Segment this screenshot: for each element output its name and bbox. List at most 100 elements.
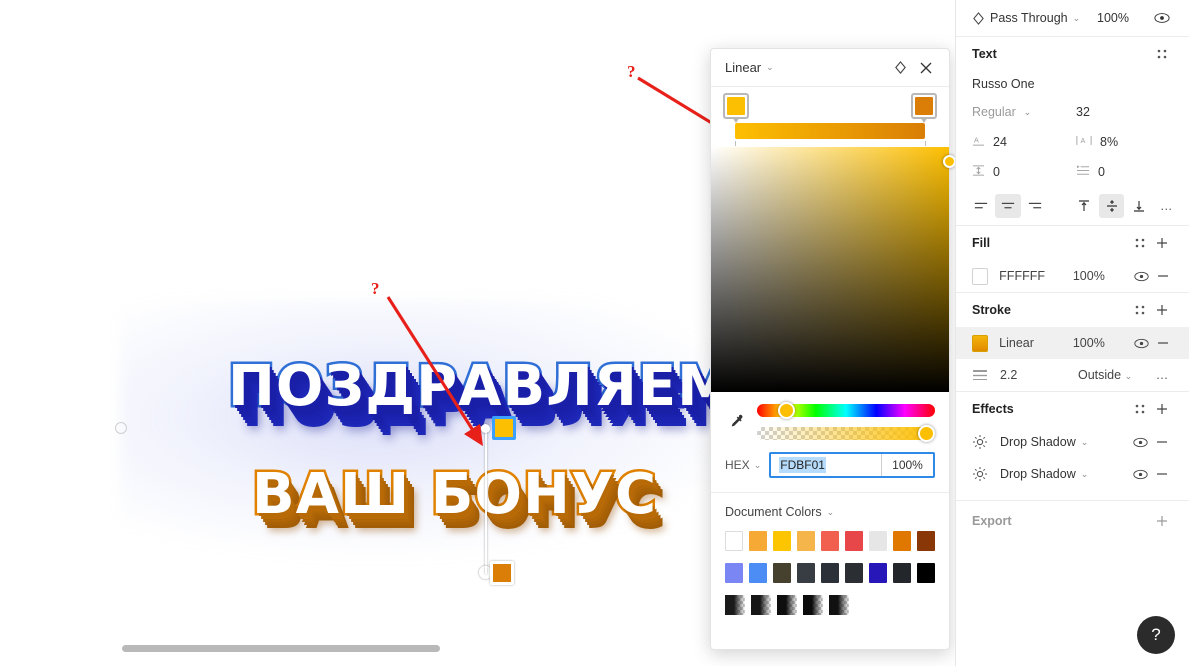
chevron-down-icon[interactable]: ⌄ (1081, 469, 1089, 480)
document-color-swatch[interactable] (751, 595, 771, 615)
artwork-headline-2[interactable]: ВАШ БОНУС (249, 463, 658, 526)
fill-item-row[interactable]: FFFFFF 100% (956, 260, 1189, 292)
gradient-stops-editor[interactable] (711, 87, 949, 146)
document-color-swatch[interactable] (803, 595, 823, 615)
document-color-swatch[interactable] (845, 531, 864, 551)
effects-styles-icon[interactable] (1129, 398, 1151, 420)
add-fill-button[interactable] (1151, 232, 1173, 254)
gradient-stop-chip-end[interactable] (911, 93, 937, 123)
help-button[interactable]: ? (1137, 616, 1175, 654)
text-more-options-icon[interactable]: … (1156, 195, 1177, 217)
paragraph-indent-field[interactable]: 0 (1076, 164, 1173, 180)
remove-effect-button[interactable] (1151, 463, 1173, 485)
document-color-swatch[interactable] (797, 563, 815, 583)
stroke-visibility-eye-icon[interactable] (1131, 332, 1152, 354)
alpha-slider[interactable] (757, 425, 935, 442)
effect-item-row[interactable]: Drop Shadow ⌄ (956, 458, 1189, 490)
stroke-position-select[interactable]: Outside ⌄ (1078, 368, 1140, 382)
hue-slider-knob[interactable] (778, 402, 796, 419)
document-color-swatch[interactable] (749, 531, 768, 551)
layer-opacity-value[interactable]: 100% (1097, 11, 1151, 25)
gradient-stop-chip-start[interactable] (723, 93, 749, 123)
document-color-swatch[interactable] (725, 563, 743, 583)
effect-type-select[interactable]: Drop Shadow ⌄ (1000, 435, 1129, 449)
document-color-swatch[interactable] (821, 531, 840, 551)
color-picker-popover[interactable]: Linear ⌄ HEX ⌄ FDBF01 100% Document Colo… (710, 48, 956, 650)
hex-field-group[interactable]: FDBF01 100% (769, 452, 935, 478)
document-colors-swatch-grid[interactable] (725, 531, 936, 621)
blend-mode-select[interactable]: Pass Through ⌄ (990, 11, 1097, 25)
document-color-swatch[interactable] (725, 595, 745, 615)
gradient-axis-start-dot[interactable] (481, 424, 490, 433)
document-color-swatch[interactable] (773, 531, 792, 551)
align-middle-icon[interactable] (1098, 194, 1125, 218)
saturation-value-field[interactable] (711, 147, 956, 392)
gradient-type-label[interactable]: Linear (725, 60, 761, 75)
stroke-weight-value[interactable]: 2.2 (1000, 368, 1078, 382)
document-color-swatch[interactable] (821, 563, 839, 583)
gradient-preview-bar[interactable] (735, 123, 925, 139)
font-family-select[interactable]: Russo One (956, 71, 1189, 97)
scrollbar-thumb[interactable] (122, 645, 440, 652)
align-top-icon[interactable] (1072, 194, 1097, 218)
align-left-icon[interactable] (968, 194, 993, 218)
hex-mode-label[interactable]: HEX ⌄ (725, 458, 761, 472)
fill-styles-icon[interactable] (1129, 232, 1151, 254)
hue-slider[interactable] (757, 402, 935, 419)
stroke-opacity-value[interactable]: 100% (1073, 336, 1132, 350)
chevron-down-icon[interactable]: ⌄ (754, 460, 762, 471)
document-color-swatch[interactable] (869, 531, 888, 551)
eyedropper-icon[interactable] (725, 404, 747, 440)
document-color-swatch[interactable] (869, 563, 887, 583)
document-color-swatch[interactable] (845, 563, 863, 583)
document-color-swatch[interactable] (773, 563, 791, 583)
document-color-swatch[interactable] (893, 563, 911, 583)
remove-fill-button[interactable] (1152, 265, 1173, 287)
document-color-swatch[interactable] (917, 563, 935, 583)
effect-type-select[interactable]: Drop Shadow ⌄ (1000, 467, 1129, 481)
paragraph-spacing-field[interactable]: 0 (972, 164, 1076, 180)
fill-visibility-eye-icon[interactable] (1131, 265, 1152, 287)
fill-color-swatch[interactable] (972, 267, 989, 285)
align-right-icon[interactable] (1023, 194, 1048, 218)
stroke-color-label[interactable]: Linear (999, 336, 1073, 350)
line-height-field[interactable]: A 24 (972, 134, 1076, 150)
artwork-headline-1[interactable]: ПОЗДРАВЛЯЕМ (226, 355, 736, 418)
remove-stroke-button[interactable] (1152, 332, 1173, 354)
gradient-stop-end-handle[interactable] (490, 561, 514, 585)
document-color-swatch[interactable] (749, 563, 767, 583)
remove-effect-button[interactable] (1151, 431, 1173, 453)
gradient-stop-start-handle[interactable] (492, 416, 516, 440)
add-effect-button[interactable] (1151, 398, 1173, 420)
chevron-down-icon[interactable]: ⌄ (1024, 107, 1032, 118)
font-weight-select[interactable]: Regular ⌄ (972, 105, 1076, 119)
eye-icon[interactable] (1151, 7, 1173, 29)
align-center-icon[interactable] (995, 194, 1021, 218)
stroke-styles-icon[interactable] (1129, 299, 1151, 321)
document-color-swatch[interactable] (725, 531, 744, 551)
document-color-swatch[interactable] (917, 531, 936, 551)
alpha-slider-knob[interactable] (918, 425, 935, 442)
stroke-color-swatch[interactable] (972, 334, 989, 352)
document-color-swatch[interactable] (777, 595, 797, 615)
add-export-button[interactable] (1151, 510, 1173, 532)
effect-visibility-eye-icon[interactable] (1129, 431, 1151, 453)
effect-visibility-eye-icon[interactable] (1129, 463, 1151, 485)
stroke-more-options-icon[interactable]: … (1151, 364, 1173, 386)
font-size-field[interactable]: 32 (1076, 105, 1173, 119)
chevron-down-icon[interactable]: ⌄ (1073, 13, 1081, 24)
document-color-swatch[interactable] (893, 531, 912, 551)
align-bottom-icon[interactable] (1126, 194, 1151, 218)
canvas-node-handle[interactable] (115, 422, 127, 434)
effect-item-row[interactable]: Drop Shadow ⌄ (956, 426, 1189, 458)
chevron-down-icon[interactable]: ⌄ (827, 507, 835, 518)
close-icon[interactable] (913, 55, 939, 81)
chevron-down-icon[interactable]: ⌄ (1081, 437, 1089, 448)
add-stroke-button[interactable] (1151, 299, 1173, 321)
document-color-swatch[interactable] (797, 531, 816, 551)
reset-icon[interactable] (887, 55, 913, 81)
fill-color-label[interactable]: FFFFFF (999, 269, 1073, 283)
chevron-down-icon[interactable]: ⌄ (766, 62, 774, 73)
chevron-down-icon[interactable]: ⌄ (1125, 371, 1133, 381)
stroke-item-row[interactable]: Linear 100% (956, 327, 1189, 359)
